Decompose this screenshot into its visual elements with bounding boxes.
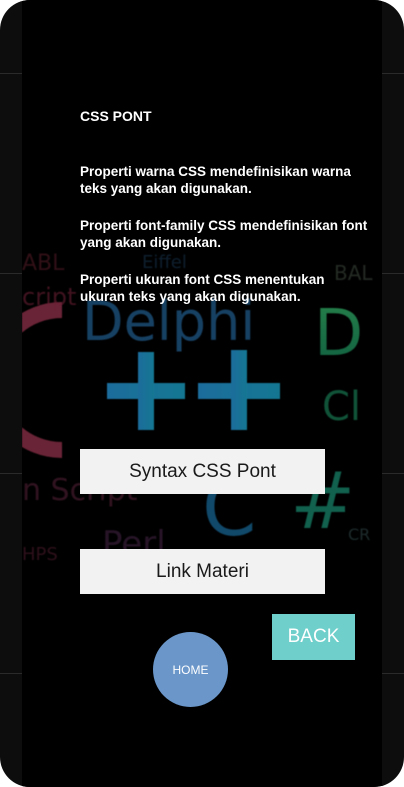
home-button[interactable]: HOME (153, 632, 228, 707)
phone-frame: ABL cript Delphi Eiffel D Cl BAL C # n S… (0, 0, 404, 787)
paragraph-font-family: Properti font-family CSS mendefinisikan … (80, 218, 368, 250)
link-materi-button[interactable]: Link Materi (80, 549, 325, 594)
app-screen: ABL cript Delphi Eiffel D Cl BAL C # n S… (22, 0, 382, 787)
page-title: CSS PONT (80, 108, 152, 124)
paragraph-font-size: Properti ukuran font CSS menentukan ukur… (80, 272, 325, 304)
syntax-css-button[interactable]: Syntax CSS Pont (80, 449, 325, 494)
back-button[interactable]: BACK (272, 614, 355, 660)
paragraph-color: Properti warna CSS mendefinisikan warna … (80, 164, 351, 196)
